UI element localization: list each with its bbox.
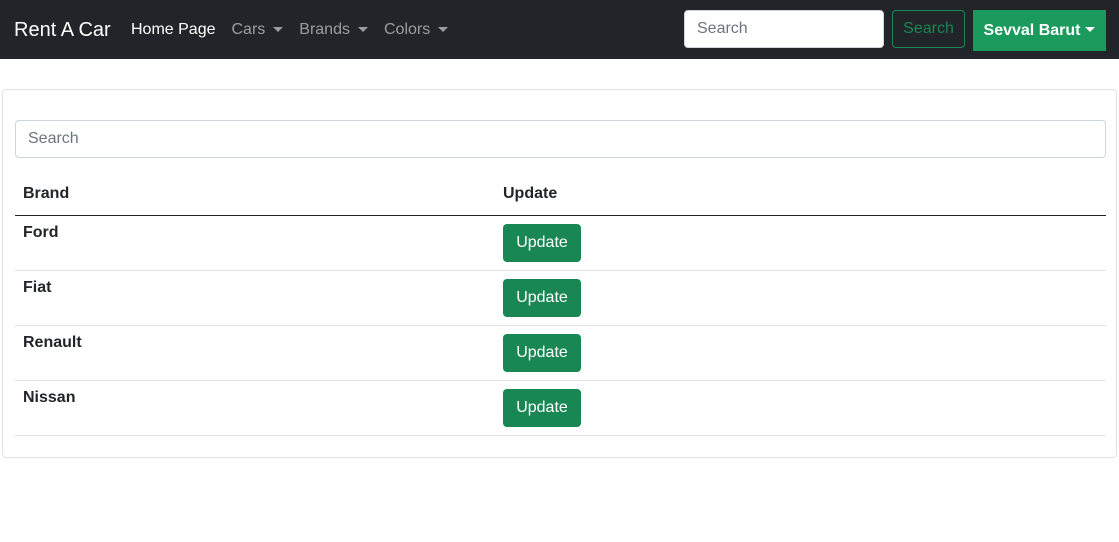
brand-search-input[interactable] — [15, 120, 1106, 158]
update-button[interactable]: Update — [503, 278, 581, 317]
caret-down-icon — [1085, 27, 1096, 32]
navbar-search-button[interactable]: Search — [892, 10, 965, 48]
nav-brands-label: Brands — [299, 21, 350, 38]
nav-home-label: Home Page — [131, 21, 216, 38]
navbar: Rent A Car Home Page Cars Brands Colors … — [0, 0, 1119, 59]
table-row: Nissan Update — [15, 380, 1106, 436]
brands-card: Brand Update Ford Update Fiat Update Ren… — [2, 89, 1117, 458]
brands-table: Brand Update Ford Update Fiat Update Ren… — [15, 174, 1106, 436]
table-row: Fiat Update — [15, 270, 1106, 326]
update-cell: Update — [495, 270, 1106, 326]
caret-down-icon — [438, 26, 449, 32]
navbar-search-input[interactable] — [684, 10, 884, 48]
update-column-header: Update — [495, 174, 1106, 216]
brand-name-cell: Ford — [15, 215, 495, 271]
nav-cars-dropdown[interactable]: Cars — [232, 18, 284, 42]
nav-brands-dropdown[interactable]: Brands — [299, 18, 368, 42]
caret-down-icon — [357, 26, 368, 32]
update-button[interactable]: Update — [503, 388, 581, 427]
brand-name-cell: Renault — [15, 325, 495, 381]
brand-name-cell: Fiat — [15, 270, 495, 326]
nav-links: Home Page Cars Brands Colors — [131, 18, 464, 42]
caret-down-icon — [273, 26, 284, 32]
update-button[interactable]: Update — [503, 223, 581, 262]
update-cell: Update — [495, 215, 1106, 271]
table-row: Renault Update — [15, 325, 1106, 381]
update-button[interactable]: Update — [503, 333, 581, 372]
nav-home-link[interactable]: Home Page — [131, 18, 216, 42]
brand-link[interactable]: Rent A Car — [14, 17, 111, 43]
nav-cars-label: Cars — [231, 21, 266, 38]
update-cell: Update — [495, 325, 1106, 381]
table-header-row: Brand Update — [15, 174, 1106, 216]
brand-column-header: Brand — [15, 174, 495, 216]
update-cell: Update — [495, 380, 1106, 436]
nav-colors-dropdown[interactable]: Colors — [383, 18, 449, 42]
user-menu-button[interactable]: Sevval Barut — [973, 10, 1106, 51]
nav-colors-label: Colors — [383, 21, 431, 38]
brand-name-cell: Nissan — [15, 380, 495, 436]
user-name: Sevval Barut — [983, 21, 1081, 39]
table-row: Ford Update — [15, 215, 1106, 271]
